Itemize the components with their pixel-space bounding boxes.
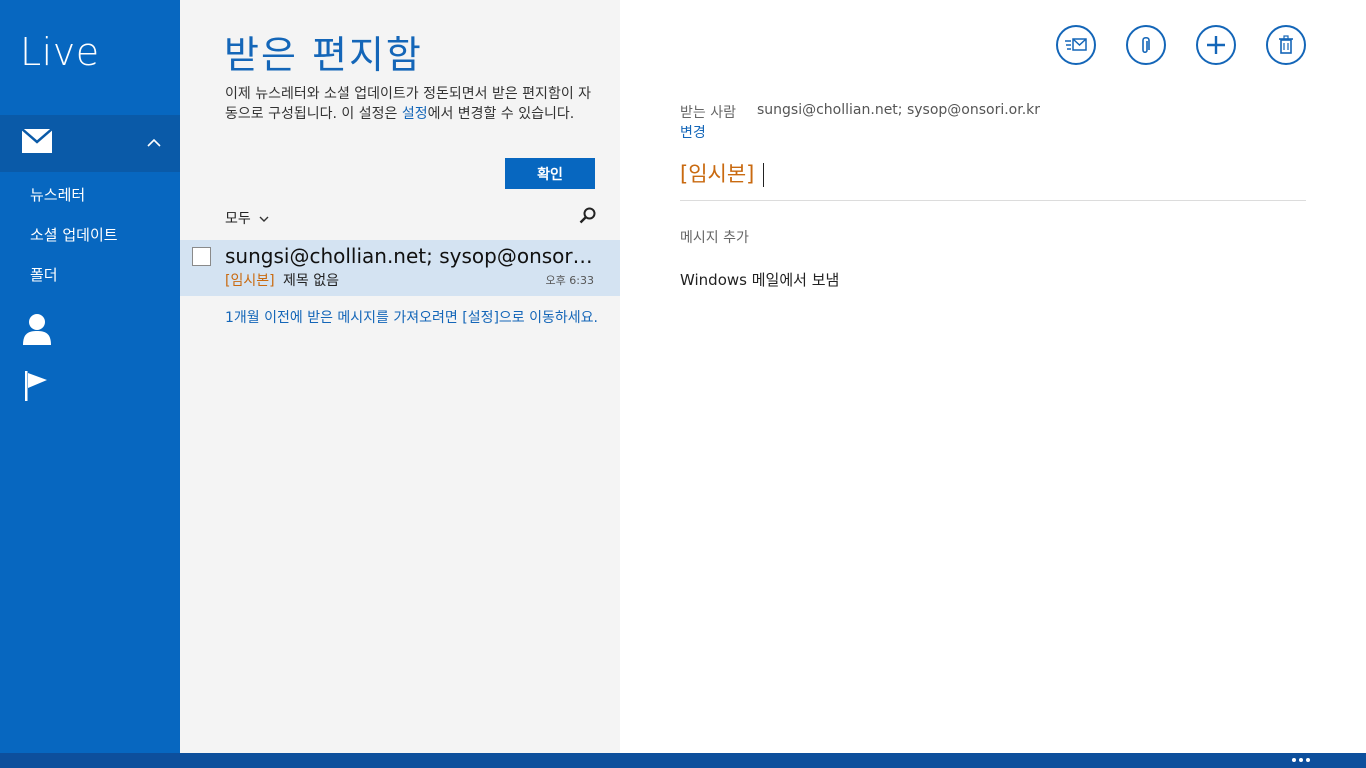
trash-icon bbox=[1279, 35, 1293, 54]
subject-text: [임시본] bbox=[680, 162, 755, 186]
nav-item-newsletters[interactable]: 뉴스레터 bbox=[30, 184, 85, 205]
message-list-pane: 받은 편지함 이제 뉴스레터와 소셜 업데이트가 정돈되면서 받은 편지함이 자… bbox=[180, 0, 620, 753]
chevron-up-icon[interactable] bbox=[146, 135, 162, 151]
more-options-icon[interactable] bbox=[1292, 758, 1310, 763]
settings-link[interactable]: 설정 bbox=[402, 106, 428, 122]
nav-item-folders[interactable]: 폴더 bbox=[30, 264, 58, 285]
attach-button[interactable] bbox=[1126, 25, 1166, 65]
filter-label: 모두 bbox=[225, 211, 251, 227]
ok-button[interactable]: 확인 bbox=[505, 158, 595, 189]
people-icon[interactable] bbox=[23, 313, 51, 345]
message-body-placeholder[interactable]: 메시지 추가 bbox=[680, 227, 749, 247]
nav-mail-item[interactable] bbox=[0, 115, 180, 172]
to-field[interactable]: sungsi@chollian.net; sysop@onsori.or.kr bbox=[757, 102, 1040, 118]
chevron-down-icon bbox=[259, 216, 269, 222]
draft-tag: [임시본] bbox=[225, 273, 275, 289]
to-label: 받는 사람 bbox=[680, 105, 736, 121]
send-mail-icon bbox=[1065, 38, 1087, 51]
add-button[interactable] bbox=[1196, 25, 1236, 65]
older-messages-link[interactable]: 1개월 이전에 받은 메시지를 가져오려면 [설정]으로 이동하세요. bbox=[225, 308, 600, 328]
inbox-notice: 이제 뉴스레터와 소셜 업데이트가 정돈되면서 받은 편지함이 자동으로 구성됩… bbox=[225, 84, 595, 124]
subject-field[interactable]: [임시본] bbox=[680, 158, 1306, 201]
page-title: 받은 편지함 bbox=[224, 33, 423, 77]
notice-text-end: 에서 변경할 수 있습니다. bbox=[427, 106, 575, 122]
search-icon[interactable] bbox=[579, 207, 596, 224]
compose-pane: 받는 사람 sungsi@chollian.net; sysop@onsori.… bbox=[620, 0, 1366, 753]
message-checkbox[interactable] bbox=[192, 247, 211, 266]
plus-icon bbox=[1207, 36, 1225, 54]
text-caret bbox=[763, 163, 765, 187]
message-subject: 제목 없음 bbox=[283, 273, 339, 289]
flag-icon[interactable] bbox=[25, 371, 49, 401]
message-list-item[interactable]: sungsi@chollian.net; sysop@onsori.or.kr … bbox=[180, 240, 620, 296]
paperclip-icon bbox=[1142, 36, 1150, 54]
message-time: 오후 6:33 bbox=[545, 274, 594, 287]
message-sender-text: sungsi@chollian.net; sysop@onsori.or.kr bbox=[225, 244, 597, 268]
app-bar bbox=[0, 753, 1366, 768]
nav-item-social-updates[interactable]: 소셜 업데이트 bbox=[30, 224, 118, 245]
nav-pane: Live 뉴스레터 소셜 업데이트 폴더 bbox=[0, 0, 180, 753]
delete-button[interactable] bbox=[1266, 25, 1306, 65]
mail-icon bbox=[22, 129, 52, 153]
filter-dropdown[interactable]: 모두 bbox=[225, 208, 269, 228]
send-button[interactable] bbox=[1056, 25, 1096, 65]
account-name: Live bbox=[20, 30, 100, 74]
signature-text[interactable]: Windows 메일에서 보냄 bbox=[680, 269, 839, 290]
message-sender: sungsi@chollian.net; sysop@onsori.or.kr bbox=[225, 244, 597, 268]
change-recipients-link[interactable]: 변경 bbox=[680, 122, 706, 142]
